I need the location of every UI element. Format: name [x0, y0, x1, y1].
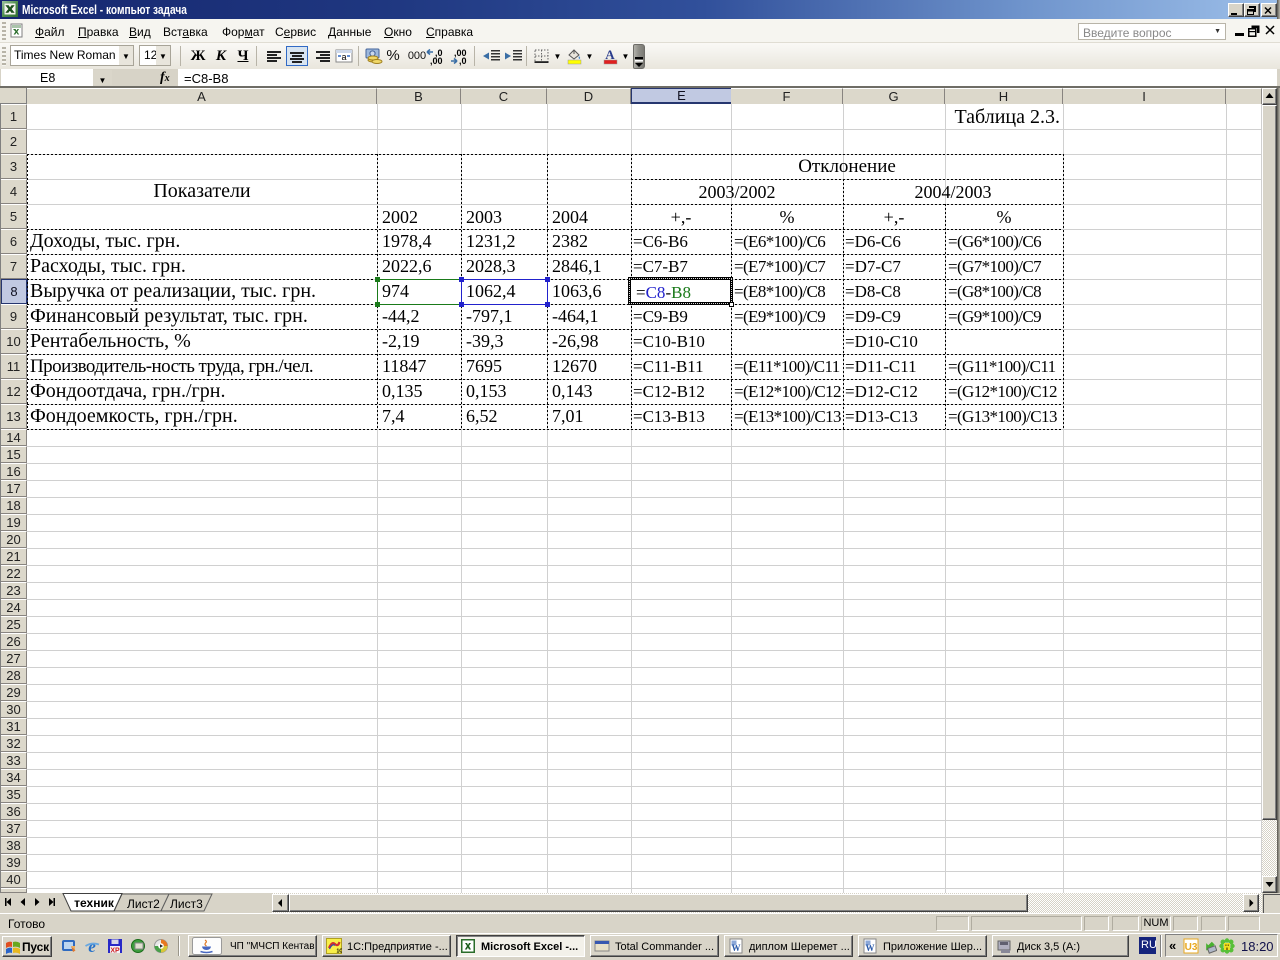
svg-text:а: а — [341, 52, 346, 62]
svg-text:e: e — [88, 938, 96, 954]
svg-text:XP: XP — [110, 948, 120, 955]
svg-text:1С: 1С — [337, 949, 343, 955]
svg-text:,00: ,00 — [430, 56, 443, 66]
svg-text:,0: ,0 — [459, 56, 467, 66]
svg-text:W: W — [732, 943, 741, 953]
svg-text:U3: U3 — [1185, 942, 1198, 953]
svg-text:W: W — [866, 943, 875, 953]
